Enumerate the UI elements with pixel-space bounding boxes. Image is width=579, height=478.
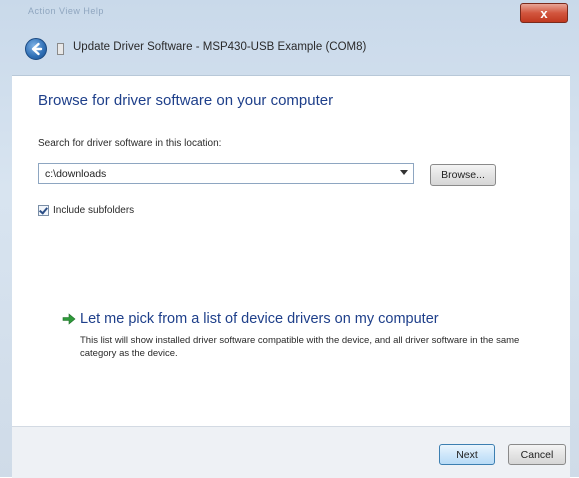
location-input[interactable] xyxy=(41,165,389,182)
cancel-button[interactable]: Cancel xyxy=(508,444,566,465)
page-heading: Browse for driver software on your compu… xyxy=(38,92,334,109)
location-combobox[interactable] xyxy=(38,163,414,184)
search-location-label: Search for driver software in this locat… xyxy=(38,138,222,149)
include-subfolders-row[interactable]: Include subfolders xyxy=(38,205,134,216)
pick-from-list-description: This list will show installed driver sof… xyxy=(80,335,520,359)
back-arrow-icon xyxy=(31,42,43,56)
pick-from-list-link[interactable]: Let me pick from a list of device driver… xyxy=(80,311,439,327)
next-button[interactable]: Next xyxy=(439,444,495,465)
back-button[interactable] xyxy=(25,38,47,60)
close-button[interactable]: x xyxy=(520,3,568,23)
content-panel xyxy=(12,75,570,427)
device-icon xyxy=(57,43,64,55)
background-menu-bar: Action View Help xyxy=(28,6,104,16)
dialog-window: Action View Help x Update Driver Softwar… xyxy=(0,0,579,478)
browse-button[interactable]: Browse... xyxy=(430,164,496,186)
green-arrow-icon xyxy=(62,313,76,325)
window-title: Update Driver Software - MSP430-USB Exam… xyxy=(73,41,367,53)
include-subfolders-checkbox[interactable] xyxy=(38,205,49,216)
chevron-down-icon[interactable] xyxy=(400,170,408,175)
close-icon: x xyxy=(540,5,548,21)
include-subfolders-label[interactable]: Include subfolders xyxy=(53,205,134,216)
